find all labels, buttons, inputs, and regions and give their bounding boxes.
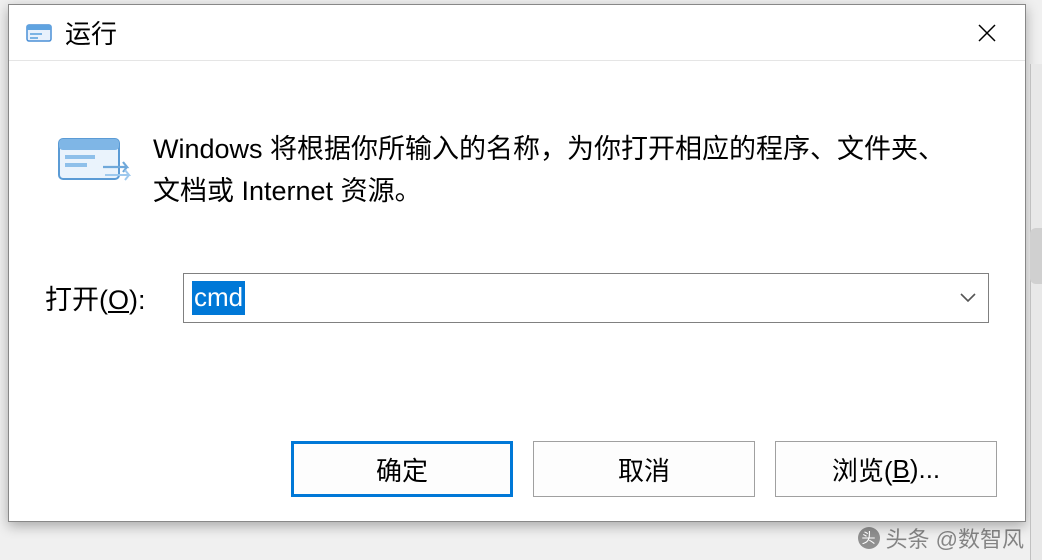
ok-button[interactable]: 确定 [291, 441, 513, 497]
dialog-title: 运行 [65, 14, 957, 51]
description-text: Windows 将根据你所输入的名称，为你打开相应的程序、文件夹、文档或 Int… [153, 129, 989, 213]
run-title-icon [25, 19, 53, 47]
description-row: Windows 将根据你所输入的名称，为你打开相应的程序、文件夹、文档或 Int… [45, 129, 989, 213]
run-dialog: 运行 Windows 将根据你所输入的名称，为你打开相应的程序、文件夹、文档或 … [8, 4, 1026, 522]
titlebar: 运行 [9, 5, 1025, 61]
open-input-row: 打开(O): cmd [45, 273, 989, 323]
watermark-text: 头条 @数智风 [886, 522, 1024, 554]
close-button[interactable] [957, 13, 1017, 53]
open-input-value[interactable]: cmd [192, 281, 245, 315]
close-icon [976, 22, 998, 44]
watermark-icon: 头 [858, 527, 880, 549]
cancel-button[interactable]: 取消 [533, 441, 755, 497]
watermark: 头 头条 @数智风 [858, 522, 1024, 554]
dialog-content: Windows 将根据你所输入的名称，为你打开相应的程序、文件夹、文档或 Int… [9, 61, 1025, 363]
right-edge-decoration [1030, 64, 1042, 560]
open-label: 打开(O): [45, 278, 183, 317]
open-combobox[interactable]: cmd [183, 273, 989, 323]
run-large-icon [45, 129, 153, 187]
button-row: 确定 取消 浏览(B)... [291, 441, 997, 497]
right-notch-decoration [1030, 228, 1042, 284]
browse-button[interactable]: 浏览(B)... [775, 441, 997, 497]
chevron-down-icon[interactable] [948, 274, 988, 322]
